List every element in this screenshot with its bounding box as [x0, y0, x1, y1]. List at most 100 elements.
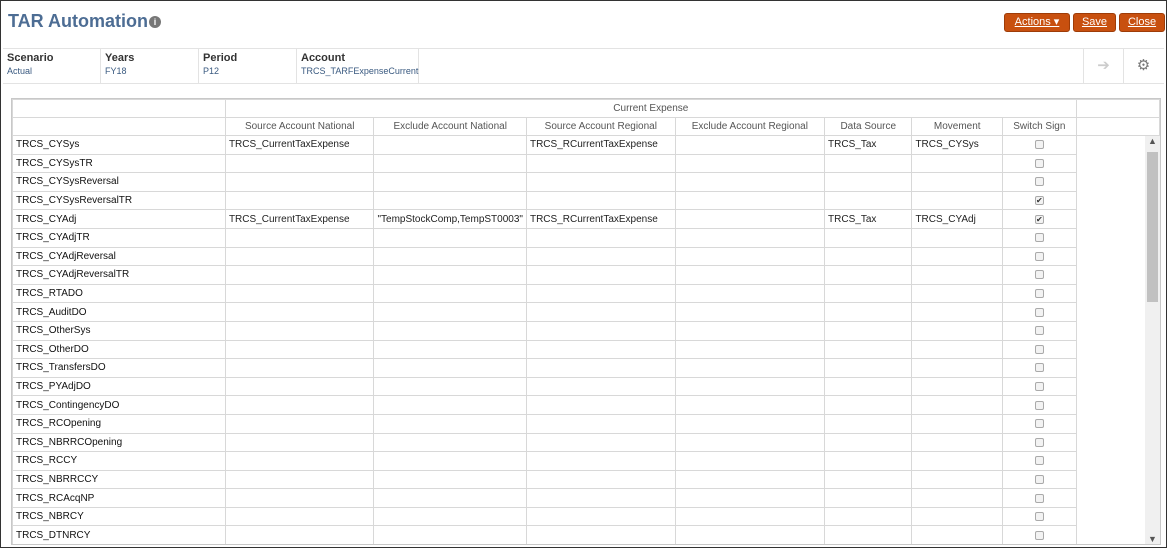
grid-cell[interactable] [525, 339, 676, 360]
grid-cell[interactable] [824, 190, 913, 211]
grid-cell[interactable] [224, 525, 375, 544]
grid-cell[interactable] [525, 451, 676, 471]
grid-cell[interactable] [824, 506, 913, 527]
grid-cell[interactable] [224, 376, 375, 397]
grid-cell[interactable]: TRCS_CurrentTaxExpense [224, 209, 375, 229]
switch-sign-checkbox[interactable] [1034, 344, 1044, 354]
grid-cell[interactable] [373, 246, 527, 267]
grid-cell[interactable]: TRCS_Tax [824, 135, 913, 155]
grid-cell[interactable] [224, 339, 375, 360]
grid-cell[interactable] [373, 506, 527, 527]
scroll-up-icon[interactable]: ▲ [1145, 136, 1160, 146]
grid-cell[interactable]: TRCS_RCurrentTaxExpense [525, 209, 676, 229]
grid-cell[interactable] [674, 302, 826, 322]
grid-cell[interactable]: TRCS_CYAdj [911, 209, 1003, 229]
grid-cell[interactable] [525, 302, 676, 322]
grid-cell[interactable] [373, 525, 527, 544]
grid-cell[interactable] [911, 488, 1003, 508]
grid-cell[interactable] [224, 172, 375, 192]
grid-cell[interactable]: TRCS_CYSys [911, 135, 1003, 155]
switch-sign-checkbox[interactable] [1034, 233, 1044, 243]
grid-cell[interactable] [911, 320, 1003, 341]
switch-sign-checkbox[interactable] [1034, 326, 1044, 336]
grid-cell[interactable] [911, 227, 1003, 248]
grid-cell[interactable] [525, 227, 676, 248]
grid-cell[interactable] [373, 339, 527, 360]
grid-cell[interactable] [824, 246, 913, 267]
grid-cell[interactable] [224, 469, 375, 490]
go-arrow-icon[interactable]: ➔ [1083, 49, 1123, 83]
grid-cell[interactable] [911, 265, 1003, 285]
grid-cell[interactable] [674, 209, 826, 229]
column-header[interactable]: Movement [911, 117, 1003, 136]
grid-cell[interactable] [824, 376, 913, 397]
switch-sign-cell[interactable] [1001, 488, 1077, 508]
switch-sign-checkbox[interactable] [1034, 177, 1044, 187]
grid-cell[interactable] [373, 190, 527, 211]
grid-cell[interactable] [674, 432, 826, 453]
vertical-scrollbar[interactable]: ▲ ▼ [1145, 136, 1160, 544]
grid-cell[interactable] [911, 432, 1003, 453]
grid-cell[interactable] [373, 395, 527, 415]
switch-sign-cell[interactable] [1001, 302, 1077, 322]
switch-sign-checkbox[interactable] [1034, 270, 1044, 280]
grid-cell[interactable] [525, 153, 676, 174]
save-button[interactable]: Save [1073, 13, 1116, 32]
switch-sign-cell[interactable] [1001, 376, 1077, 397]
grid-cell[interactable] [373, 153, 527, 174]
switch-sign-checkbox[interactable] [1034, 419, 1044, 429]
switch-sign-cell[interactable] [1001, 525, 1077, 544]
pov-account[interactable]: Account TRCS_TARFExpenseCurrent [297, 49, 419, 83]
grid-cell[interactable] [824, 153, 913, 174]
close-button[interactable]: Close [1119, 13, 1165, 32]
switch-sign-checkbox[interactable] [1034, 382, 1044, 392]
grid-cell[interactable] [824, 339, 913, 360]
switch-sign-cell[interactable] [1001, 506, 1077, 527]
grid-cell[interactable] [824, 320, 913, 341]
grid-cell[interactable] [824, 413, 913, 434]
grid-cell[interactable] [525, 469, 676, 490]
grid-cell[interactable] [373, 135, 527, 155]
grid-cell[interactable] [525, 413, 676, 434]
grid-cell[interactable] [911, 395, 1003, 415]
grid-cell[interactable] [674, 265, 826, 285]
grid-cell[interactable]: "TempStockComp,TempST0003" [373, 209, 527, 229]
grid-cell[interactable] [911, 172, 1003, 192]
grid-cell[interactable] [911, 302, 1003, 322]
grid-cell[interactable] [373, 469, 527, 490]
grid-cell[interactable] [224, 451, 375, 471]
switch-sign-checkbox[interactable] [1034, 251, 1044, 261]
pov-scenario[interactable]: Scenario Actual [3, 49, 101, 83]
grid-cell[interactable] [224, 246, 375, 267]
info-icon[interactable]: i [149, 16, 161, 28]
grid-cell[interactable] [224, 506, 375, 527]
grid-cell[interactable] [224, 358, 375, 378]
grid-cell[interactable] [373, 283, 527, 304]
switch-sign-cell[interactable] [1001, 227, 1077, 248]
grid-cell[interactable] [525, 246, 676, 267]
grid-cell[interactable] [674, 172, 826, 192]
grid-cell[interactable] [824, 469, 913, 490]
switch-sign-cell[interactable] [1001, 135, 1077, 155]
switch-sign-cell[interactable] [1001, 469, 1077, 490]
grid-cell[interactable] [911, 469, 1003, 490]
grid-cell[interactable] [525, 265, 676, 285]
pov-years[interactable]: Years FY18 [101, 49, 199, 83]
switch-sign-checkbox[interactable] [1034, 474, 1044, 484]
grid-cell[interactable] [824, 172, 913, 192]
grid-cell[interactable] [824, 432, 913, 453]
switch-sign-checkbox[interactable]: ✔ [1034, 214, 1044, 224]
grid-cell[interactable] [525, 283, 676, 304]
switch-sign-cell[interactable] [1001, 358, 1077, 378]
switch-sign-cell[interactable] [1001, 432, 1077, 453]
grid-cell[interactable] [824, 525, 913, 544]
grid-cell[interactable] [224, 413, 375, 434]
grid-cell[interactable] [674, 153, 826, 174]
switch-sign-cell[interactable] [1001, 246, 1077, 267]
grid-cell[interactable] [373, 432, 527, 453]
grid-cell[interactable] [824, 451, 913, 471]
grid-cell[interactable] [224, 153, 375, 174]
switch-sign-checkbox[interactable] [1034, 493, 1044, 503]
gear-icon[interactable]: ⚙ [1123, 49, 1163, 83]
grid-cell[interactable] [911, 358, 1003, 378]
